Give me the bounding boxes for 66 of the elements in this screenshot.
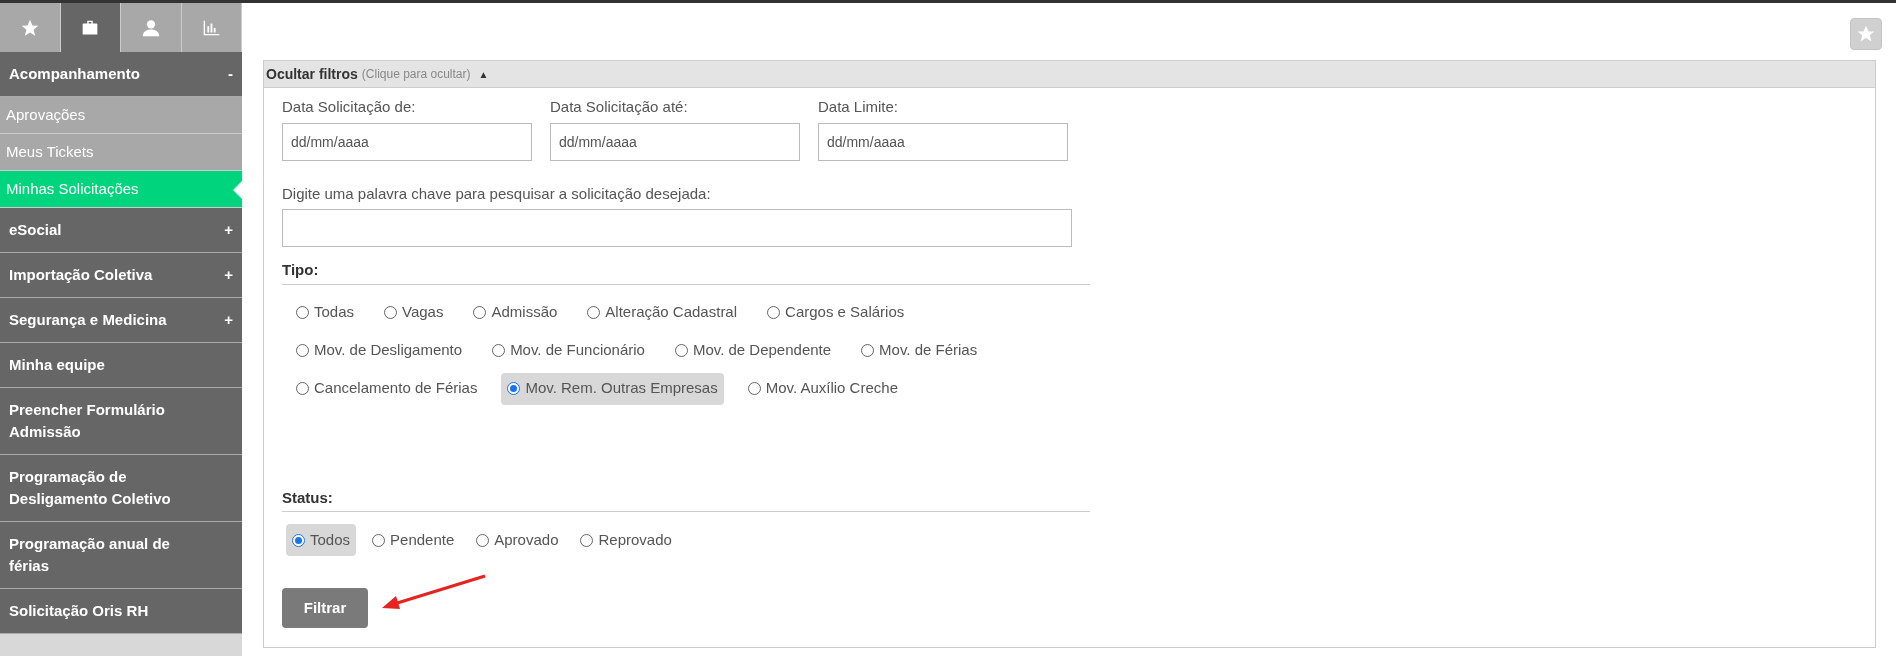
radio-option[interactable]: Mov. Auxílio Creche [741, 372, 904, 405]
keyword-input[interactable] [282, 209, 1072, 247]
radio-button[interactable] [473, 306, 487, 319]
radio-button[interactable] [292, 533, 305, 547]
date-label: Data Limite: [818, 97, 900, 117]
radio-button[interactable] [372, 533, 386, 547]
menu-section[interactable]: Solicitação Oris RH [0, 589, 242, 634]
date-label: Data Solicitação até: [550, 97, 689, 117]
menu-section[interactable]: Programação de Desligamento Coletivo [0, 455, 242, 522]
radio-option[interactable]: Todos [286, 524, 357, 556]
date-input[interactable]: dd/mm/aaaa [550, 122, 800, 161]
keyword-label: Digite uma palavra chave para pesquisar a solicitação desejada: [282, 183, 712, 204]
menu-section[interactable]: Minha equipe [0, 343, 242, 388]
radio-button[interactable] [384, 306, 398, 319]
menu-item-label: Meus Tickets [6, 141, 94, 162]
expand-toggle[interactable]: - [228, 63, 233, 85]
filter-button[interactable]: Filtrar [282, 588, 368, 628]
date-label: Data Solicitação de: [282, 97, 417, 117]
radio-option[interactable]: Aprovado [470, 524, 565, 556]
radio-button[interactable] [587, 306, 601, 319]
tipo-label: Tipo: [282, 259, 1090, 285]
radio-button[interactable] [767, 306, 781, 319]
status-label: Status: [282, 486, 1090, 512]
menu-section[interactable]: Programação anual de férias [0, 522, 242, 589]
collapse-toggle[interactable]: ▲ [478, 66, 489, 82]
radio-option[interactable]: Pendente [366, 524, 461, 556]
selection-notch [233, 181, 242, 199]
radio-button[interactable] [580, 533, 594, 547]
radio-option[interactable]: Cargos e Salários [761, 296, 911, 329]
expand-toggle[interactable]: + [224, 219, 233, 241]
filter-hint: (Clique para ocultar) [361, 66, 471, 83]
radio-option[interactable]: Reprovado [574, 524, 678, 556]
radio-option[interactable]: Alteração Cadastral [581, 296, 744, 329]
radio-option[interactable]: Vagas [378, 296, 450, 329]
menu-item-label: Minhas Solicitações [6, 178, 139, 199]
date-input[interactable]: dd/mm/aaaa [282, 122, 532, 161]
radio-button[interactable] [296, 306, 309, 319]
menu-item-label: Aprovações [6, 104, 86, 125]
radio-option[interactable]: Mov. de Desligamento [290, 334, 469, 367]
radio-button[interactable] [296, 382, 309, 395]
menu-section[interactable]: Preencher Formulário Admissão [0, 388, 242, 455]
radio-button[interactable] [861, 344, 875, 357]
radio-option[interactable]: Mov. de Funcionário [486, 334, 651, 367]
radio-option[interactable]: Cancelamento de Férias [290, 372, 484, 405]
star-icon [1856, 24, 1876, 44]
radio-button[interactable] [747, 382, 761, 395]
radio-option[interactable]: Mov. de Dependente [668, 334, 838, 367]
radio-button[interactable] [674, 344, 688, 357]
date-input[interactable]: dd/mm/aaaa [818, 122, 1068, 161]
filter-title[interactable]: Ocultar filtros [266, 63, 358, 85]
radio-option[interactable]: Todas [290, 296, 361, 329]
menu-section[interactable]: Acompanhamento - [0, 52, 242, 97]
radio-button[interactable] [492, 344, 506, 357]
radio-option[interactable]: Admissão [467, 296, 564, 329]
expand-toggle[interactable]: + [224, 309, 233, 331]
menu-section[interactable]: eSocial + [0, 208, 242, 253]
menu-section[interactable]: Segurança e Medicina + [0, 298, 242, 343]
sidebar-tab[interactable] [60, 3, 121, 52]
radio-button[interactable] [507, 382, 521, 395]
radio-button[interactable] [476, 533, 490, 547]
favorite-star-button[interactable] [1850, 18, 1882, 50]
radio-option[interactable]: Mov. de Férias [855, 334, 984, 367]
radio-option[interactable]: Mov. Rem. Outras Empresas [501, 372, 724, 405]
menu-section[interactable]: Importação Coletiva + [0, 253, 242, 298]
radio-button[interactable] [296, 344, 309, 357]
expand-toggle[interactable]: + [224, 264, 233, 286]
